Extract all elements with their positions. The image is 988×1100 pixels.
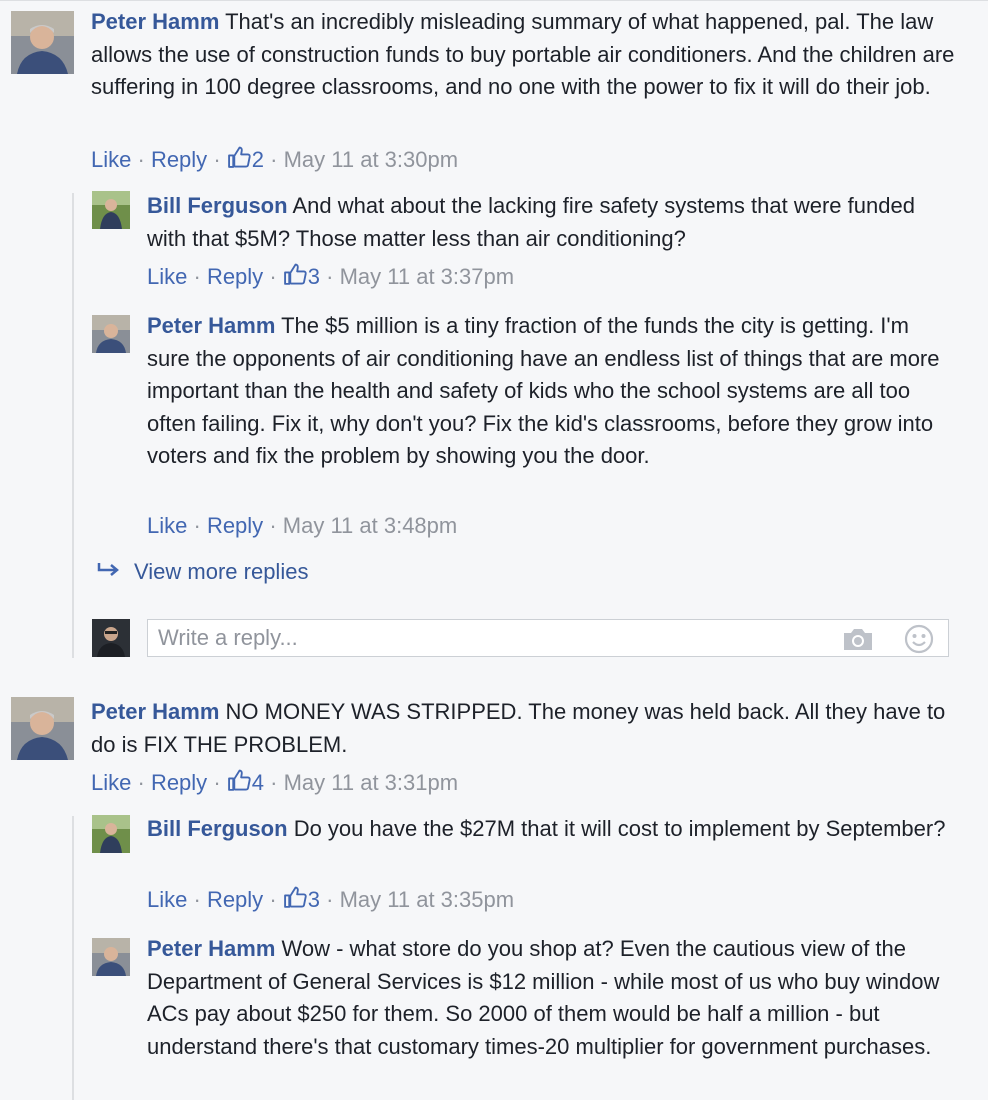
thumbs-up-icon [283,885,308,910]
comment-author[interactable]: Peter Hamm [91,9,219,34]
reply-link[interactable]: Reply [151,147,207,172]
separator: · [193,513,201,538]
comment-body: Peter Hamm NO MONEY WAS STRIPPED. The mo… [91,696,971,761]
comment-actions: Like · Reply · 2 · May 11 at 3:30pm [91,145,458,175]
separator: · [213,147,221,172]
reply-link[interactable]: Reply [207,887,263,912]
comment-actions: Like · Reply · 3 · May 11 at 3:35pm [147,885,514,915]
separator: · [137,147,145,172]
timestamp[interactable]: May 11 at 3:37pm [340,264,514,289]
comment-author[interactable]: Peter Hamm [147,936,275,961]
smiley-icon[interactable] [904,624,934,654]
separator: · [193,887,201,912]
separator: · [269,887,277,912]
thumbs-up-icon [227,768,252,793]
thumbs-up-icon [227,145,252,170]
reply-body: Bill Ferguson Do you have the $27M that … [147,813,947,846]
reply-thread-line [72,816,74,1100]
separator: · [326,264,334,289]
reply-link[interactable]: Reply [207,513,263,538]
timestamp[interactable]: May 11 at 3:48pm [283,513,457,538]
timestamp[interactable]: May 11 at 3:30pm [284,147,458,172]
avatar-bill-ferguson[interactable] [92,815,130,853]
avatar-current-user [92,619,130,657]
comment-actions: Like · Reply · 3 · May 11 at 3:37pm [147,262,514,292]
reply-body: Bill Ferguson And what about the lacking… [147,190,947,255]
reply-link[interactable]: Reply [151,770,207,795]
comment-text: Do you have the $27M that it will cost t… [293,816,946,841]
comment-text: NO MONEY WAS STRIPPED. The money was hel… [91,699,946,757]
camera-icon[interactable] [842,626,874,652]
reply-thread-line [72,193,74,658]
comment-actions: Like · Reply · May 11 at 3:48pm [147,511,457,541]
reply-input[interactable] [158,620,818,656]
reply-arrow-icon [96,557,122,587]
like-link[interactable]: Like [147,887,187,912]
avatar-peter-hamm[interactable] [92,315,130,353]
avatar-bill-ferguson[interactable] [92,191,130,229]
comment-actions: Like · Reply · 4 · May 11 at 3:31pm [91,768,458,798]
divider [0,0,988,1]
comment-text: That's an incredibly misleading summary … [91,9,955,99]
separator: · [270,770,278,795]
separator: · [137,770,145,795]
avatar-peter-hamm[interactable] [11,697,74,760]
separator: · [270,147,278,172]
separator: · [269,513,277,538]
separator: · [326,887,334,912]
like-count[interactable]: 3 [283,262,320,289]
reply-composer[interactable] [147,619,949,657]
separator: · [213,770,221,795]
like-link[interactable]: Like [147,264,187,289]
separator: · [193,264,201,289]
reply-link[interactable]: Reply [207,264,263,289]
comment-author[interactable]: Peter Hamm [91,699,219,724]
timestamp[interactable]: May 11 at 3:31pm [284,770,458,795]
comment-author[interactable]: Peter Hamm [147,313,275,338]
like-count[interactable]: 2 [227,145,264,172]
comment-author[interactable]: Bill Ferguson [147,816,288,841]
thumbs-up-icon [283,262,308,287]
comment-author[interactable]: Bill Ferguson [147,193,288,218]
like-link[interactable]: Like [91,147,131,172]
avatar-peter-hamm[interactable] [92,938,130,976]
avatar-peter-hamm[interactable] [11,11,74,74]
separator: · [269,264,277,289]
view-more-replies[interactable]: View more replies [96,557,308,587]
like-link[interactable]: Like [147,513,187,538]
reply-body: Peter Hamm The $5 million is a tiny frac… [147,310,947,473]
like-link[interactable]: Like [91,770,131,795]
reply-body: Peter Hamm Wow - what store do you shop … [147,933,947,1063]
like-count[interactable]: 4 [227,768,264,795]
like-count[interactable]: 3 [283,885,320,912]
timestamp[interactable]: May 11 at 3:35pm [340,887,514,912]
comment-body: Peter Hamm That's an incredibly misleadi… [91,6,971,104]
